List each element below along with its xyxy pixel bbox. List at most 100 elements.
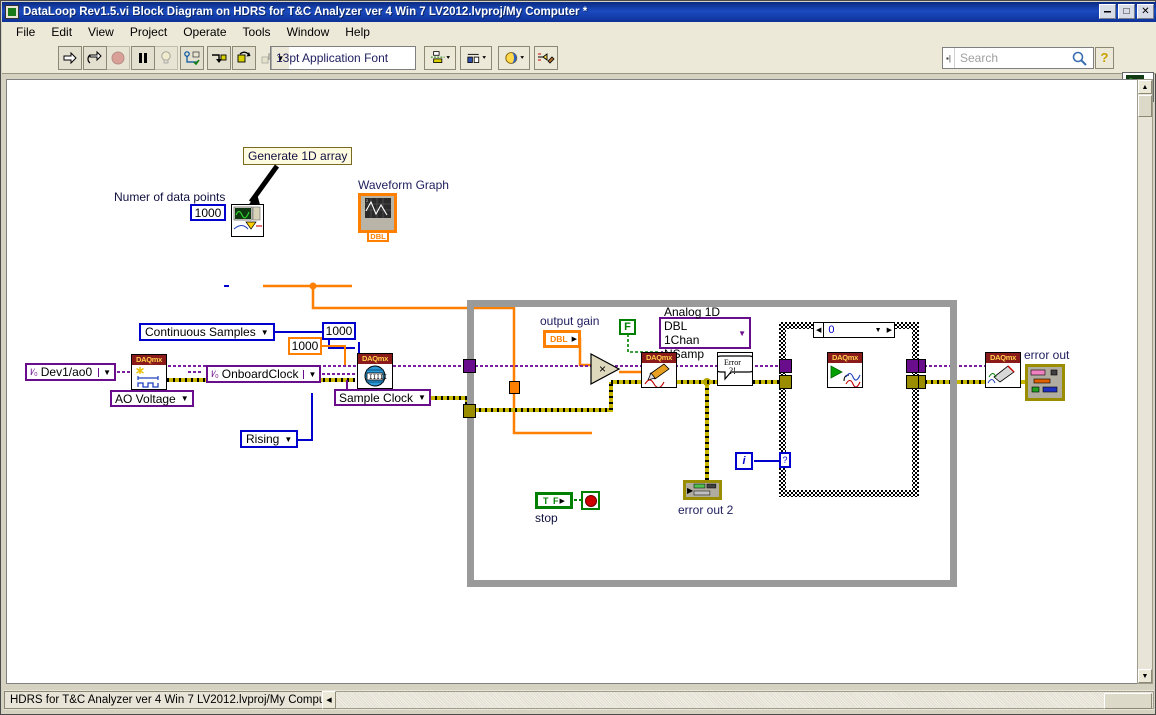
error-out-indicator[interactable]: [1025, 364, 1065, 401]
horizontal-scrollbar[interactable]: [336, 691, 1154, 709]
distribute-objects-button[interactable]: [460, 46, 492, 70]
toolbar: 13pt Application Font ▼ ▪| Search ?: [2, 42, 1156, 102]
case-selector-label[interactable]: ◀ 0 ▼ ▶: [813, 322, 895, 338]
context-help-button[interactable]: ?: [1095, 47, 1114, 69]
loop-tunnel-task-left[interactable]: [463, 359, 476, 373]
case-tunnel-task-out[interactable]: [906, 359, 919, 373]
output-gain-control[interactable]: DBL ▶: [543, 330, 581, 348]
error-out-label: error out: [1024, 348, 1070, 362]
status-path-field: HDRS for T&C Analyzer ver 4 Win 7 LV2012…: [4, 691, 339, 709]
retain-wire-values-button[interactable]: [180, 46, 204, 70]
reorder-button[interactable]: [498, 46, 530, 70]
pause-button[interactable]: [131, 46, 155, 70]
font-selector[interactable]: 13pt Application Font ▼: [270, 46, 416, 70]
rate-constant[interactable]: 1000: [288, 337, 322, 355]
run-button[interactable]: [58, 46, 82, 70]
chevron-down-icon[interactable]: ▼: [738, 329, 746, 338]
simple-error-handler-node[interactable]: Error ?!: [712, 352, 758, 386]
error-cluster-glyph-icon: [693, 483, 717, 496]
physical-channel-control[interactable]: I⁄₀ Dev1/ao0 ▼: [25, 363, 117, 381]
case-prev-arrow-icon[interactable]: ◀: [814, 326, 823, 334]
daqmx-timing-node[interactable]: DAQmx IIIII: [357, 353, 393, 389]
chevron-down-icon[interactable]: ▼: [181, 394, 189, 403]
horizontal-scroll-thumb[interactable]: [1104, 693, 1152, 709]
analog-write-type-dropdown[interactable]: Analog 1D DBL 1Chan NSamp ▼: [659, 305, 751, 361]
stop-label: stop: [535, 511, 558, 525]
menu-project[interactable]: Project: [122, 23, 175, 41]
case-tunnel-task-in[interactable]: [779, 359, 792, 373]
labview-vi-icon: [5, 5, 19, 19]
vertical-scrollbar[interactable]: ▲ ▼: [1137, 79, 1153, 684]
continuous-samples-dropdown[interactable]: Continuous Samples ▼: [139, 323, 275, 341]
case-structure[interactable]: [779, 322, 919, 497]
daqmx-write-node[interactable]: DAQmx: [641, 352, 677, 388]
menu-help[interactable]: Help: [337, 23, 378, 41]
daqmx-create-channel-glyph-icon: [132, 365, 166, 389]
chevron-down-icon[interactable]: ▼: [98, 367, 111, 377]
analog-write-line1: Analog 1D DBL: [664, 305, 721, 333]
menu-view[interactable]: View: [80, 23, 122, 41]
step-into-button[interactable]: [207, 46, 231, 70]
case-next-arrow-icon[interactable]: ▶: [885, 326, 894, 334]
menu-tools[interactable]: Tools: [235, 23, 279, 41]
sample-clock-dropdown[interactable]: Sample Clock ▼: [334, 389, 431, 406]
minimize-button[interactable]: [1099, 4, 1116, 19]
rising-edge-dropdown[interactable]: Rising ▼: [240, 430, 299, 448]
multiply-function: ×: [590, 352, 621, 386]
labview-block-diagram-window: DataLoop Rev1.5.vi Block Diagram on HDRS…: [0, 0, 1156, 715]
stop-boolean-control[interactable]: T F ▶: [535, 492, 573, 509]
waveform-graph-label: Waveform Graph: [358, 178, 449, 192]
menu-file[interactable]: File: [8, 23, 43, 41]
scroll-left-button[interactable]: ◀: [322, 691, 336, 709]
ao-voltage-dropdown[interactable]: AO Voltage ▼: [110, 390, 194, 407]
scroll-up-button[interactable]: ▲: [1138, 80, 1152, 94]
menu-window[interactable]: Window: [279, 23, 338, 41]
daqmx-header-label: DAQmx: [132, 355, 166, 365]
daqmx-start-task-node[interactable]: DAQmx: [827, 352, 863, 388]
chevron-down-icon[interactable]: ▼: [872, 327, 885, 334]
samples-per-channel-constant[interactable]: 1000: [322, 322, 356, 340]
ao-voltage-value: AO Voltage: [115, 391, 176, 406]
daqmx-header-label: DAQmx: [358, 354, 392, 364]
chevron-down-icon[interactable]: ▼: [303, 369, 316, 379]
play-arrow-icon: ▶: [559, 497, 565, 505]
search-scope-icon[interactable]: ▪|: [943, 48, 955, 68]
close-button[interactable]: ✕: [1137, 4, 1154, 19]
chevron-down-icon[interactable]: ▼: [261, 328, 269, 337]
step-over-button[interactable]: [232, 46, 256, 70]
autostart-false-constant[interactable]: F: [619, 319, 636, 335]
waveform-graph-terminal[interactable]: 2: [358, 193, 397, 233]
case-tunnel-error-in[interactable]: [779, 375, 792, 389]
case-selector-terminal[interactable]: ?: [779, 452, 791, 468]
generate-1d-array-vi[interactable]: [231, 204, 264, 237]
daqmx-write-pencil-icon: [642, 363, 676, 387]
loop-tunnel-orange[interactable]: [509, 381, 520, 394]
loop-stop-sign-terminal[interactable]: [581, 491, 600, 510]
block-diagram-canvas[interactable]: ◀ 0 ▼ ▶ ? Numer of data points Generate …: [6, 79, 1139, 684]
error-out-2-indicator[interactable]: ▶: [683, 480, 722, 500]
clean-up-diagram-button[interactable]: [534, 46, 558, 70]
menu-edit[interactable]: Edit: [43, 23, 80, 41]
vertical-scroll-thumb[interactable]: [1138, 95, 1152, 117]
physical-channel-value: Dev1/ao0: [40, 365, 93, 379]
case-selector-value[interactable]: 0: [823, 323, 871, 337]
daqmx-clear-task-node[interactable]: DAQmx: [985, 352, 1021, 388]
search-box[interactable]: ▪| Search: [942, 47, 1094, 69]
chevron-down-icon[interactable]: ▼: [284, 435, 292, 444]
highlight-execution-button[interactable]: [154, 46, 178, 70]
case-tunnel-error-out[interactable]: [906, 375, 919, 389]
search-input[interactable]: Search: [955, 51, 1071, 65]
run-continuously-button[interactable]: [83, 46, 107, 70]
menu-operate[interactable]: Operate: [175, 23, 234, 41]
loop-tunnel-error-left[interactable]: [463, 404, 476, 418]
stop-control-value: T F: [543, 495, 560, 506]
data-points-constant[interactable]: 1000: [190, 204, 226, 221]
maximize-button[interactable]: □: [1118, 4, 1135, 19]
chevron-down-icon[interactable]: ▼: [418, 393, 426, 402]
loop-iteration-terminal[interactable]: i: [735, 452, 753, 470]
align-objects-button[interactable]: [424, 46, 456, 70]
daqmx-create-virtual-channel-node[interactable]: DAQmx: [131, 354, 167, 390]
abort-execution-button[interactable]: [106, 46, 130, 70]
scroll-down-button[interactable]: ▼: [1138, 669, 1152, 683]
onboard-clock-dropdown[interactable]: I⁄₀ OnboardClock ▼: [206, 365, 322, 383]
